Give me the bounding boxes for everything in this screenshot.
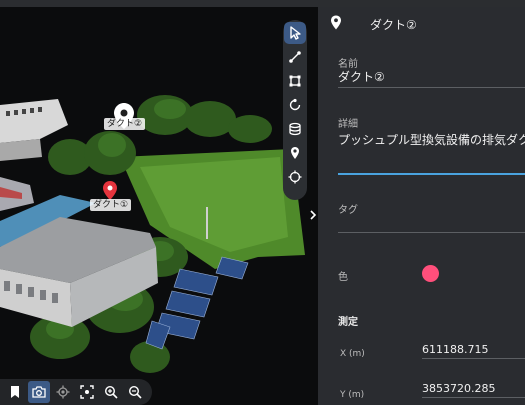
marker-label-1[interactable]: ダクト① xyxy=(90,199,132,211)
pointer-icon xyxy=(290,26,301,40)
detail-field-underline xyxy=(338,173,525,175)
zoom-in-icon xyxy=(104,385,118,399)
circle-measure-tool-button[interactable] xyxy=(284,94,306,116)
volume-tool-button[interactable] xyxy=(284,118,306,140)
locate-button[interactable] xyxy=(52,381,74,403)
x-coordinate-label: X (m) xyxy=(340,349,365,359)
zoom-out-icon xyxy=(128,385,142,399)
color-label: 色 xyxy=(338,272,348,283)
crosshair-tool-button[interactable] xyxy=(284,166,306,188)
pointer-tool-button[interactable] xyxy=(284,22,306,44)
y-coordinate-underline xyxy=(422,397,525,398)
y-coordinate-value[interactable]: 3853720.285 xyxy=(422,382,495,395)
marker-label-2[interactable]: ダクト② xyxy=(104,118,146,130)
polygon-tool-button[interactable] xyxy=(284,70,306,92)
color-swatch[interactable] xyxy=(422,265,439,282)
top-strip xyxy=(0,0,525,7)
fit-view-icon xyxy=(80,385,94,399)
name-field-underline xyxy=(338,87,525,88)
volume-icon xyxy=(289,122,301,136)
panel-expander[interactable] xyxy=(307,204,318,226)
name-field[interactable]: ダクト② xyxy=(338,68,385,85)
detail-label: 詳細 xyxy=(338,119,358,130)
camera-button[interactable] xyxy=(28,381,50,403)
polygon-icon xyxy=(289,75,301,87)
detail-field[interactable]: プッシュプル型換気設備の排気ダクト xyxy=(338,131,525,148)
panel-title: ダクト② xyxy=(370,18,417,32)
fit-view-button[interactable] xyxy=(76,381,98,403)
y-coordinate-label: Y (m) xyxy=(340,390,365,400)
chevron-right-icon xyxy=(309,210,316,220)
circle-measure-icon xyxy=(289,98,301,111)
map-pin-icon xyxy=(291,147,299,159)
measure-section-title: 測定 xyxy=(338,317,358,328)
zoom-in-button[interactable] xyxy=(100,381,122,403)
camera-icon xyxy=(32,386,46,398)
bookmark-button[interactable] xyxy=(4,381,26,403)
crosshair-icon xyxy=(288,170,302,184)
x-coordinate-value[interactable]: 611188.715 xyxy=(422,343,488,356)
bookmark-icon xyxy=(11,386,19,398)
pin-tool-button[interactable] xyxy=(284,142,306,164)
tag-label: タグ xyxy=(338,205,358,216)
tag-field-underline xyxy=(338,232,525,233)
map-pin-icon xyxy=(331,15,341,30)
view-toolbar xyxy=(0,379,152,405)
locate-icon xyxy=(56,385,70,399)
polyline-tool-button[interactable] xyxy=(284,46,306,68)
aerial-3d-scene xyxy=(0,7,318,405)
zoom-out-button[interactable] xyxy=(124,381,146,403)
map-viewport[interactable]: ダクト② ダクト① xyxy=(0,7,318,405)
polyline-icon xyxy=(289,51,301,63)
measure-toolbar xyxy=(283,20,307,200)
annotation-detail-panel: ダクト② 名前 ダクト② 詳細 プッシュプル型換気設備の排気ダクト タグ 色 測… xyxy=(318,7,525,405)
x-coordinate-underline xyxy=(422,358,525,359)
